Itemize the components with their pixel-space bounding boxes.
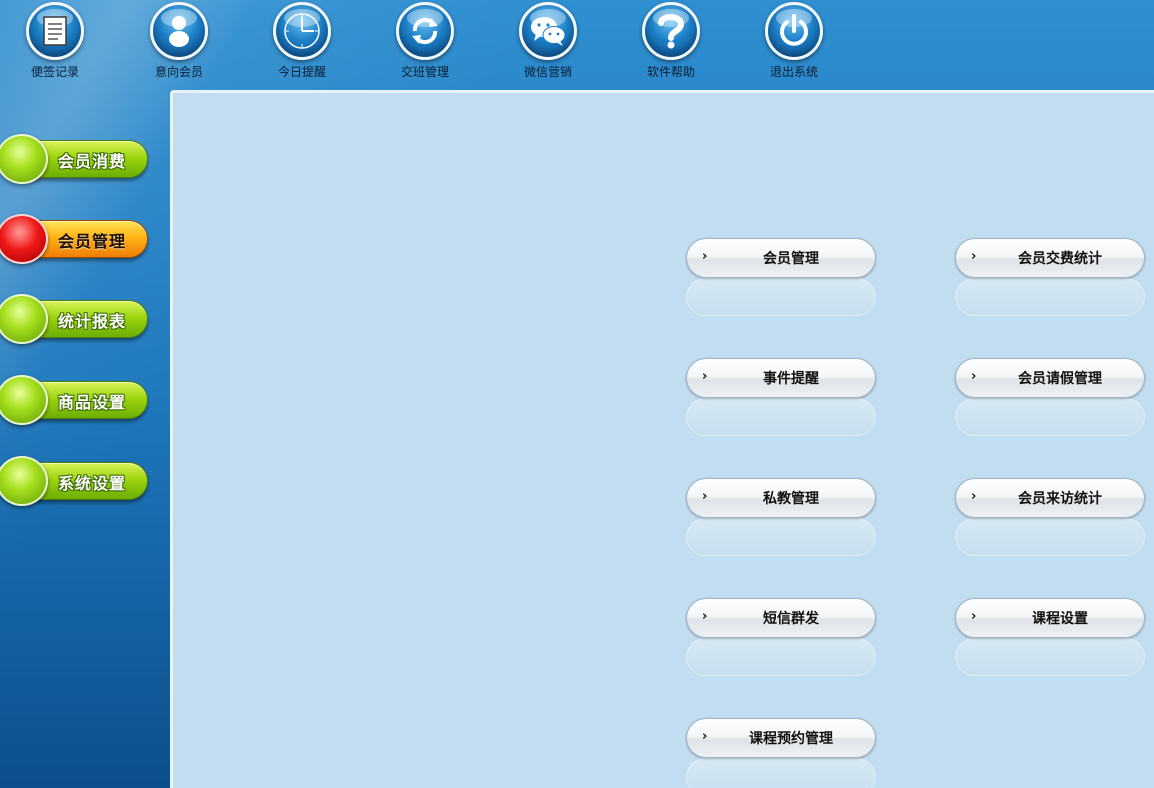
toolbar-prospects-button[interactable]: 意向会员 bbox=[134, 0, 224, 86]
chevron-right-icon: › bbox=[702, 609, 708, 624]
chevron-right-icon: › bbox=[702, 249, 708, 264]
button-label: 会员来访统计 bbox=[1018, 491, 1102, 507]
nav-reports[interactable]: 统计报表 bbox=[0, 294, 152, 344]
top-toolbar: 便签记录 意向会员 今日提醒 交班管理 微信营销 软件帮助 退出系统 bbox=[0, 0, 1154, 90]
button-reflection bbox=[955, 278, 1145, 316]
chevron-right-icon: › bbox=[971, 609, 977, 624]
power-icon bbox=[765, 2, 823, 60]
help-icon bbox=[642, 2, 700, 60]
toolbar-exit-button[interactable]: 退出系统 bbox=[749, 0, 839, 86]
button-label: 私教管理 bbox=[763, 491, 819, 507]
button-reflection bbox=[955, 518, 1145, 556]
toolbar-reminders-button[interactable]: 今日提醒 bbox=[257, 0, 347, 86]
toolbar-wechat-label: 微信营销 bbox=[523, 65, 572, 79]
button-label: 课程预约管理 bbox=[749, 731, 833, 747]
button-reflection bbox=[686, 278, 876, 316]
chevron-right-icon: › bbox=[971, 489, 977, 504]
button-label: 短信群发 bbox=[763, 611, 819, 627]
nav-label: 会员管理 bbox=[58, 232, 127, 251]
event-reminder-button[interactable]: › 事件提醒 bbox=[686, 358, 876, 436]
button-label: 事件提醒 bbox=[763, 371, 819, 387]
button-label: 课程设置 bbox=[1032, 611, 1088, 627]
nav-label: 商品设置 bbox=[58, 393, 127, 412]
button-reflection bbox=[686, 518, 876, 556]
button-label: 会员管理 bbox=[763, 251, 819, 267]
nav-product-settings[interactable]: 商品设置 bbox=[0, 375, 152, 425]
toolbar-help-button[interactable]: 软件帮助 bbox=[626, 0, 716, 86]
toolbar-shift-button[interactable]: 交班管理 bbox=[380, 0, 470, 86]
button-reflection bbox=[686, 758, 876, 788]
button-reflection bbox=[686, 398, 876, 436]
sms-broadcast-button[interactable]: › 短信群发 bbox=[686, 598, 876, 676]
payment-stats-button[interactable]: › 会员交费统计 bbox=[955, 238, 1145, 316]
chevron-right-icon: › bbox=[702, 729, 708, 744]
nav-member-consumption[interactable]: 会员消费 bbox=[0, 134, 152, 184]
nav-label: 系统设置 bbox=[58, 474, 127, 493]
button-reflection bbox=[686, 638, 876, 676]
toolbar-notes-label: 便签记录 bbox=[30, 65, 79, 79]
toolbar-reminders-label: 今日提醒 bbox=[277, 65, 326, 79]
refresh-icon bbox=[396, 2, 454, 60]
toolbar-notes-button[interactable]: 便签记录 bbox=[10, 0, 100, 86]
chevron-right-icon: › bbox=[702, 489, 708, 504]
member-management-button[interactable]: › 会员管理 bbox=[686, 238, 876, 316]
member-icon bbox=[150, 2, 208, 60]
toolbar-exit-label: 退出系统 bbox=[769, 65, 818, 79]
button-label: 会员请假管理 bbox=[1018, 371, 1102, 387]
nav-system-settings[interactable]: 系统设置 bbox=[0, 456, 152, 506]
button-label: 会员交费统计 bbox=[1018, 251, 1102, 267]
nav-member-management[interactable]: 会员管理 bbox=[0, 214, 152, 264]
leave-management-button[interactable]: › 会员请假管理 bbox=[955, 358, 1145, 436]
button-reflection bbox=[955, 638, 1145, 676]
wechat-icon bbox=[519, 2, 577, 60]
clock-icon bbox=[273, 2, 331, 60]
notepad-icon bbox=[26, 2, 84, 60]
course-settings-button[interactable]: › 课程设置 bbox=[955, 598, 1145, 676]
nav-label: 会员消费 bbox=[58, 152, 127, 171]
chevron-right-icon: › bbox=[971, 369, 977, 384]
toolbar-prospects-label: 意向会员 bbox=[154, 65, 203, 79]
nav-label: 统计报表 bbox=[58, 312, 127, 331]
personal-training-button[interactable]: › 私教管理 bbox=[686, 478, 876, 556]
toolbar-help-label: 软件帮助 bbox=[646, 65, 695, 79]
button-reflection bbox=[955, 398, 1145, 436]
main-content-panel: › 会员管理 › 事件提醒 › 私教管理 › 短信群发 › 课程预约管理 › 会… bbox=[170, 90, 1154, 788]
chevron-right-icon: › bbox=[702, 369, 708, 384]
chevron-right-icon: › bbox=[971, 249, 977, 264]
course-booking-button[interactable]: › 课程预约管理 bbox=[686, 718, 876, 788]
visit-stats-button[interactable]: › 会员来访统计 bbox=[955, 478, 1145, 556]
toolbar-shift-label: 交班管理 bbox=[400, 65, 449, 79]
toolbar-wechat-button[interactable]: 微信营销 bbox=[503, 0, 593, 86]
